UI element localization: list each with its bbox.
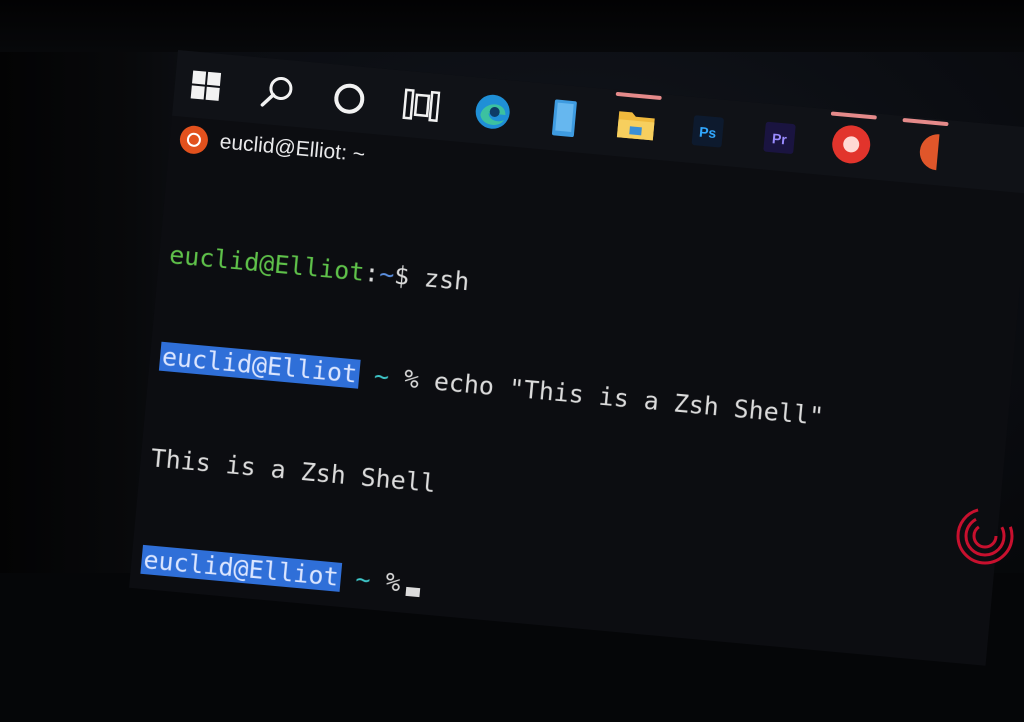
terminal-line: This is a Zsh Shell [149, 441, 989, 551]
monitor-bezel-top [0, 0, 1024, 52]
edge-icon [475, 94, 510, 129]
red-app-icon [832, 125, 871, 164]
zsh-user-badge: euclid@Elliot [140, 544, 342, 592]
zsh-command: echo "This is a Zsh Shell" [417, 365, 826, 431]
zsh-prompt: % [384, 567, 402, 598]
taskbar-task-view-button[interactable] [387, 70, 455, 141]
file-explorer-icon [616, 111, 655, 141]
zsh-path: ~ [354, 564, 372, 595]
terminal-line: euclid@Elliot:~$ zsh [168, 238, 1008, 348]
partial-app-icon [919, 134, 940, 171]
taskbar-premiere-button[interactable]: Pr [746, 102, 814, 173]
brand-logo-icon [956, 507, 1014, 565]
taskbar-cortana-button[interactable] [315, 63, 383, 134]
bash-command: zsh [422, 263, 471, 297]
photoshop-icon: Ps [691, 115, 724, 148]
taskbar-red-app-button[interactable] [817, 109, 885, 180]
zsh-user-badge: euclid@Elliot [158, 341, 361, 389]
task-view-icon [402, 88, 441, 123]
taskbar-start-button[interactable] [172, 50, 240, 121]
bash-prompt: $ [392, 260, 426, 293]
svg-text:Pr: Pr [771, 130, 788, 147]
ubuntu-icon [178, 124, 210, 156]
taskbar-file-explorer-button[interactable] [602, 89, 670, 160]
windows-start-icon [190, 70, 222, 101]
terminal-line: euclid@Elliot ~ % [140, 543, 980, 653]
svg-text:Ps: Ps [698, 124, 717, 142]
bash-user: euclid@Elliot [168, 240, 366, 287]
command-output: This is a Zsh Shell [149, 443, 438, 499]
zsh-path: ~ [372, 361, 391, 392]
monitor-screen: Ps Pr euclid@Elliot: ~ euclid@Elliot:~$ … [129, 50, 1024, 666]
taskbar-partial-app-button[interactable] [889, 115, 957, 186]
terminal-line: euclid@Elliot ~ % echo "This is a Zsh Sh… [158, 340, 999, 450]
cortana-circle-icon [334, 83, 365, 114]
taskbar-search-button[interactable] [244, 57, 312, 128]
phone-icon [551, 99, 577, 138]
taskbar-phone-button[interactable] [531, 83, 599, 154]
premiere-icon: Pr [763, 121, 796, 154]
taskbar-edge-button[interactable] [459, 76, 527, 147]
window-title: euclid@Elliot: ~ [218, 130, 366, 167]
taskbar-photoshop-button[interactable]: Ps [674, 96, 742, 167]
search-icon [260, 76, 293, 107]
photo-scene: Ps Pr euclid@Elliot: ~ euclid@Elliot:~$ … [0, 0, 1024, 666]
text-cursor [405, 586, 421, 598]
terminal-output[interactable]: euclid@Elliot:~$ zsh euclid@Elliot ~ % e… [134, 170, 1014, 720]
